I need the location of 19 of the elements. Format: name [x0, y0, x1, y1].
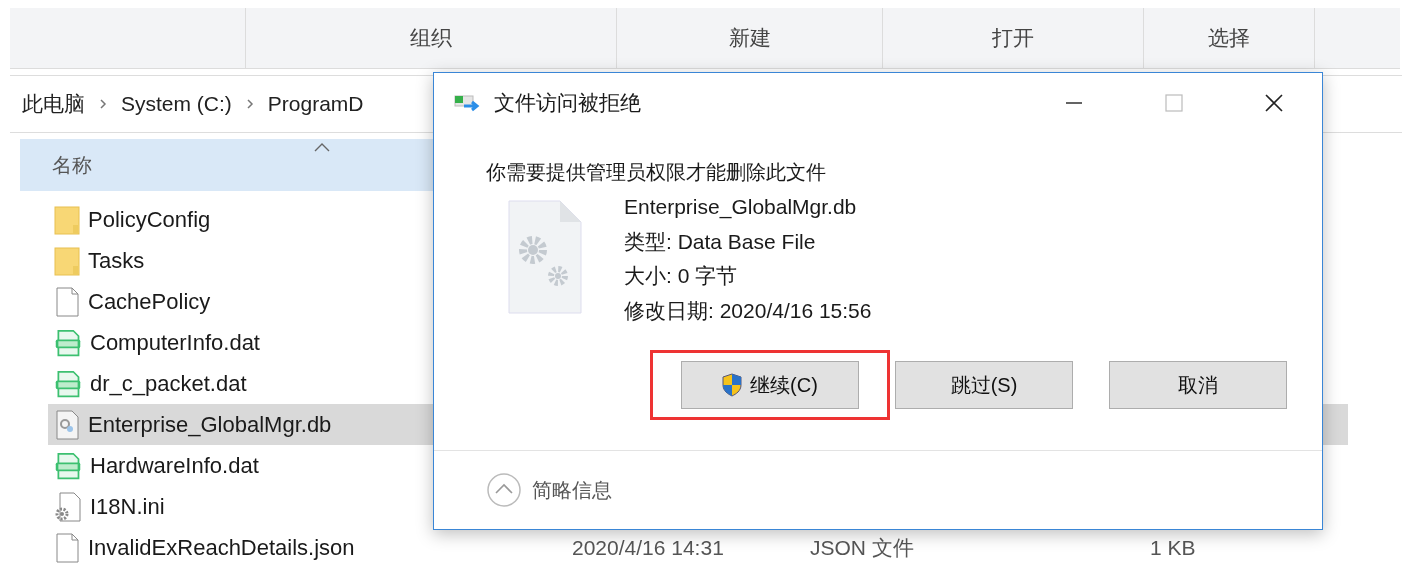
column-title: 名称: [52, 152, 92, 178]
file-name: CachePolicy: [88, 288, 211, 315]
file-size: 1 KB: [1150, 535, 1196, 560]
file-date: 2020/4/16 14:31: [572, 535, 725, 560]
file-type: JSON 文件: [810, 534, 915, 561]
file-name: InvalidExReachDetails.json: [88, 534, 355, 561]
file-name: dr_c_packet.dat: [90, 370, 247, 397]
file-name: Tasks: [88, 247, 145, 274]
file-name: Enterprise_GlobalMgr.db: [624, 194, 858, 221]
dialog-message: 你需要提供管理员权限才能删除此文件: [486, 160, 827, 185]
file-name: I18N.ini: [90, 493, 165, 520]
file-type: 类型: Data Base File: [624, 228, 817, 255]
file-name: HardwareInfo.dat: [90, 452, 259, 479]
file-name: PolicyConfig: [88, 206, 211, 233]
file-name: Enterprise_GlobalMgr.db: [88, 411, 332, 438]
file-size: 大小: 0 字节: [624, 263, 739, 289]
dialog-title: 文件访问被拒绝: [494, 90, 641, 116]
file-modified-date: 修改日期: 2020/4/16 15:56: [624, 297, 872, 324]
file-name: ComputerInfo.dat: [90, 329, 260, 356]
